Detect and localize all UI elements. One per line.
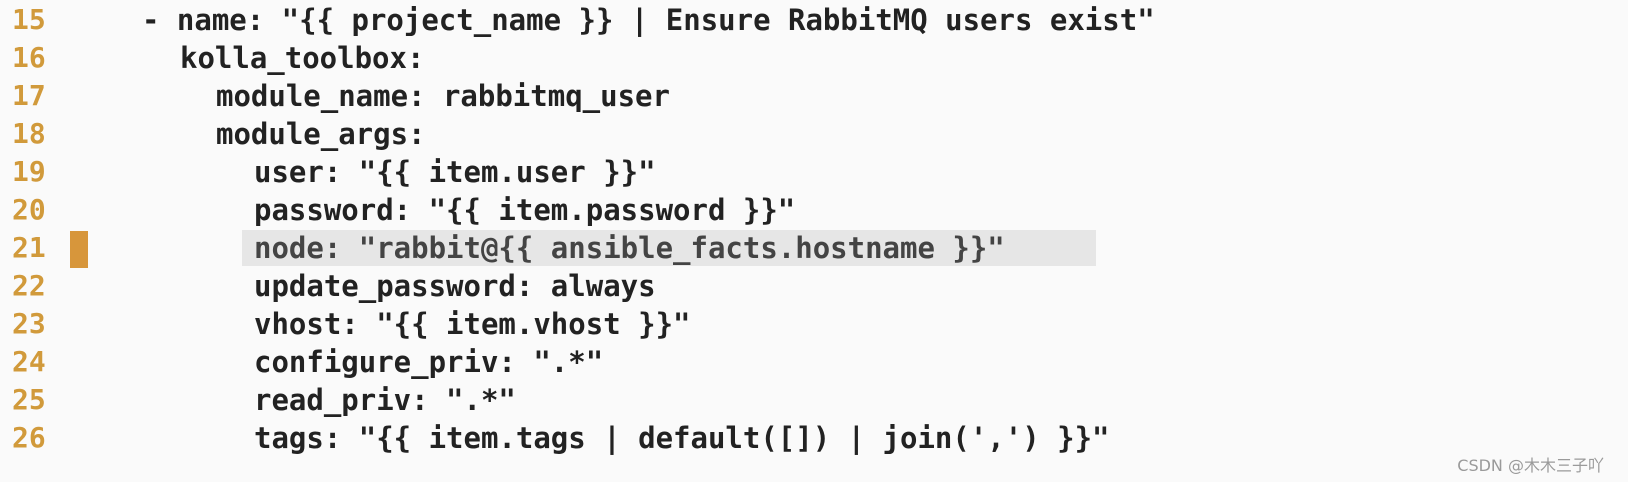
line-number: 19: [12, 155, 46, 188]
line-number: 16: [12, 41, 46, 74]
code-text[interactable]: update_password: always: [254, 266, 656, 306]
code-text[interactable]: user: "{{ item.user }}": [254, 152, 656, 192]
code-line-19[interactable]: 19 user: "{{ item.user }}": [0, 152, 1628, 192]
code-text[interactable]: node: "rabbit@{{ ansible_facts.hostname …: [254, 228, 1005, 268]
code-line-21[interactable]: 21 node: "rabbit@{{ ansible_facts.hostna…: [0, 228, 1628, 268]
code-text[interactable]: module_args:: [216, 114, 426, 154]
line-number: 23: [12, 307, 46, 340]
line-number: 17: [12, 79, 46, 112]
line-number: 20: [12, 193, 46, 226]
code-text[interactable]: vhost: "{{ item.vhost }}": [254, 304, 691, 344]
line-number: 25: [12, 383, 46, 416]
code-line-20[interactable]: 20 password: "{{ item.password }}": [0, 190, 1628, 230]
line-number: 18: [12, 117, 46, 150]
code-line-23[interactable]: 23 vhost: "{{ item.vhost }}": [0, 304, 1628, 344]
code-line-17[interactable]: 17 module_name: rabbitmq_user: [0, 76, 1628, 116]
code-editor[interactable]: 15 - name: "{{ project_name }} | Ensure …: [0, 0, 1628, 482]
code-line-15[interactable]: 15 - name: "{{ project_name }} | Ensure …: [0, 0, 1628, 40]
code-line-22[interactable]: 22 update_password: always: [0, 266, 1628, 306]
code-text[interactable]: module_name: rabbitmq_user: [216, 76, 670, 116]
code-text[interactable]: - name: "{{ project_name }} | Ensure Rab…: [142, 0, 1155, 40]
line-number: 26: [12, 421, 46, 454]
code-line-24[interactable]: 24 configure_priv: ".*": [0, 342, 1628, 382]
code-line-16[interactable]: 16 kolla_toolbox:: [0, 38, 1628, 78]
code-text[interactable]: password: "{{ item.password }}": [254, 190, 795, 230]
line-number: 24: [12, 345, 46, 378]
code-text[interactable]: tags: "{{ item.tags | default([]) | join…: [254, 418, 1110, 458]
line-number: 22: [12, 269, 46, 302]
watermark: CSDN @木木三子吖: [1457, 456, 1604, 475]
code-line-25[interactable]: 25 read_priv: ".*": [0, 380, 1628, 420]
code-line-26[interactable]: 26 tags: "{{ item.tags | default([]) | j…: [0, 418, 1628, 458]
code-text[interactable]: configure_priv: ".*": [254, 342, 603, 382]
code-text[interactable]: read_priv: ".*": [254, 380, 516, 420]
code-line-18[interactable]: 18 module_args:: [0, 114, 1628, 154]
line-number: 15: [12, 3, 46, 36]
code-text[interactable]: kolla_toolbox:: [180, 38, 424, 78]
line-number: 21: [12, 231, 46, 264]
change-marker: [70, 231, 88, 268]
